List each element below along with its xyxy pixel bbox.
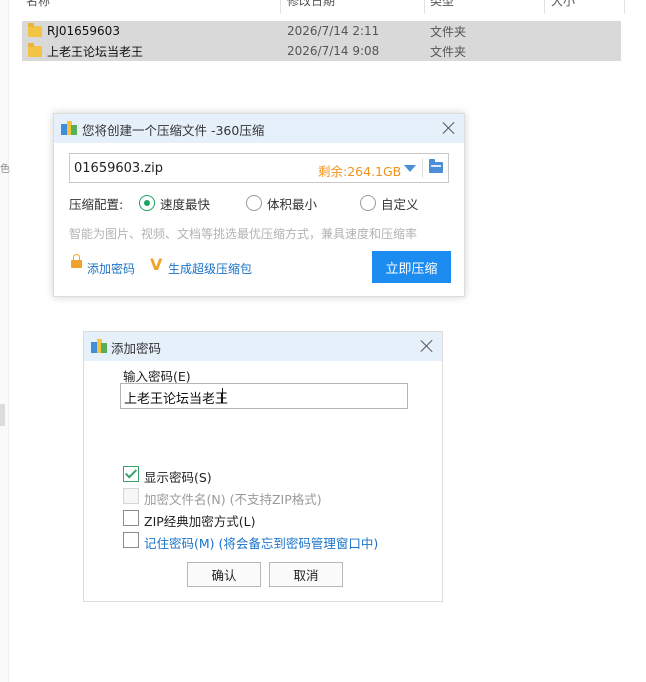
archive-filename-field[interactable]: 01659603.zip 剩余:264.1GB <box>69 153 449 183</box>
navigation-pane-glyph: 色 <box>0 164 10 175</box>
compress-dialog-titlebar[interactable]: 您将创建一个压缩文件 -360压缩 <box>54 114 464 143</box>
file-name: 上老王论坛当老王 <box>47 44 144 59</box>
radio-custom-label[interactable]: 自定义 <box>381 194 419 213</box>
super-package-link[interactable]: 生成超级压缩包 <box>168 260 252 277</box>
file-type: 文件夹 <box>430 24 467 39</box>
navigation-pane-edge <box>0 0 9 682</box>
show-password-label[interactable]: 显示密码(S) <box>144 467 212 486</box>
radio-custom[interactable] <box>360 195 376 211</box>
cancel-button[interactable]: 取消 <box>269 562 343 587</box>
radio-smallest[interactable] <box>246 195 262 211</box>
password-dialog-titlebar[interactable]: 添加密码 <box>84 332 442 361</box>
chevron-down-icon[interactable] <box>404 165 416 172</box>
column-header-size[interactable]: 大小 <box>551 0 575 12</box>
password-dialog-title: 添加密码 <box>111 341 162 356</box>
radio-fastest-label[interactable]: 速度最快 <box>160 194 210 213</box>
compress-now-button[interactable]: 立即压缩 <box>372 251 451 283</box>
360zip-app-icon <box>61 121 77 136</box>
compress-config-label: 压缩配置: <box>69 197 124 212</box>
archive-filename: 01659603.zip <box>74 161 163 176</box>
file-type: 文件夹 <box>430 44 467 59</box>
compress-dialog: 您将创建一个压缩文件 -360压缩 01659603.zip 剩余:264.1G… <box>53 113 465 297</box>
close-icon[interactable] <box>420 339 434 353</box>
remember-password-label[interactable]: 记住密码(M) (将会备忘到密码管理窗口中) <box>144 533 378 552</box>
column-header-name[interactable]: 名称 <box>26 0 50 12</box>
folder-icon <box>28 22 42 37</box>
zip-classic-encryption-label[interactable]: ZIP经典加密方式(L) <box>144 511 256 530</box>
add-password-dialog: 添加密码 输入密码(E) 上老王论坛当老王 显示密码(S) 加密文件名(N) (… <box>83 331 443 602</box>
add-password-link[interactable]: 添加密码 <box>87 260 135 277</box>
encrypt-filenames-label[interactable]: 加密文件名(N) (不支持ZIP格式) <box>144 489 322 508</box>
column-separator[interactable] <box>624 0 625 14</box>
file-row[interactable]: RJ01659603 2026/7/14 2:11 文件夹 <box>22 21 621 41</box>
column-separator[interactable] <box>544 0 545 14</box>
password-input[interactable]: 上老王论坛当老王 <box>120 383 408 409</box>
zip-classic-encryption-checkbox[interactable] <box>123 510 139 526</box>
remember-password-checkbox[interactable] <box>123 532 139 548</box>
browse-folder-icon[interactable] <box>429 159 443 173</box>
text-caret <box>222 388 223 403</box>
divider <box>422 158 423 178</box>
column-header-type[interactable]: 类型 <box>430 0 454 12</box>
encrypt-filenames-checkbox[interactable] <box>123 488 139 504</box>
360zip-app-icon <box>91 339 107 354</box>
radio-fastest[interactable] <box>139 195 155 211</box>
lock-icon[interactable] <box>71 254 82 268</box>
file-date: 2026/7/14 9:08 <box>287 44 380 58</box>
column-separator[interactable] <box>280 0 281 14</box>
password-value: 上老王论坛当老王 <box>124 392 229 407</box>
file-row[interactable]: 上老王论坛当老王 2026/7/14 9:08 文件夹 <box>22 41 621 61</box>
file-name: RJ01659603 <box>47 24 120 38</box>
remaining-space: 剩余:264.1GB <box>318 164 402 179</box>
file-date: 2026/7/14 2:11 <box>287 24 380 38</box>
column-header-date[interactable]: 修改日期 <box>287 0 335 12</box>
compress-dialog-title: 您将创建一个压缩文件 -360压缩 <box>82 123 265 138</box>
radio-smallest-label[interactable]: 体积最小 <box>267 194 317 213</box>
folder-icon <box>28 42 42 57</box>
show-password-checkbox[interactable] <box>123 466 139 482</box>
confirm-button[interactable]: 确认 <box>187 562 261 587</box>
navigation-scrollbar[interactable] <box>0 404 5 426</box>
vip-v-icon: V <box>150 255 163 274</box>
compression-hint: 智能为图片、视频、文档等挑选最优压缩方式，兼具速度和压缩率 <box>69 227 418 241</box>
close-icon[interactable] <box>442 121 456 135</box>
column-separator[interactable] <box>424 0 425 14</box>
